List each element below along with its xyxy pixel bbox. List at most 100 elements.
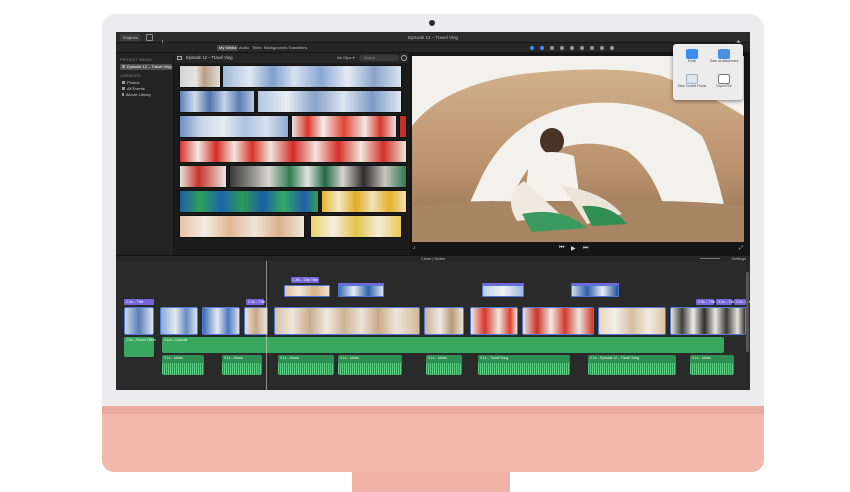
share-item-label: Save Current Frame xyxy=(677,84,707,88)
timeline-scrollbar[interactable] xyxy=(746,272,749,352)
media-thumbnail[interactable] xyxy=(179,115,289,138)
tab-my-media[interactable]: My Media xyxy=(217,45,239,51)
play-icon[interactable]: ▶ xyxy=(571,245,576,252)
media-thumbnail[interactable] xyxy=(179,90,255,113)
playhead[interactable] xyxy=(266,261,267,390)
imac-chin xyxy=(102,406,764,472)
video-clip[interactable] xyxy=(274,307,420,335)
title-clip[interactable]: 1.9s – Title xyxy=(124,299,154,305)
crop-icon[interactable] xyxy=(550,46,554,50)
search-input[interactable]: Search xyxy=(359,55,399,61)
noise-reduction-icon[interactable] xyxy=(580,46,584,50)
audio-clip[interactable]: 0.1s – Music xyxy=(222,355,262,375)
film-icon xyxy=(122,65,125,69)
video-clip[interactable] xyxy=(244,307,268,335)
share-popover: Email Save as Attachment Save Current Fr… xyxy=(673,44,743,100)
timeline: 1.8s – Clip Title 1.9s – Title 3.4s – Ti… xyxy=(116,261,750,390)
media-thumbnail[interactable] xyxy=(310,215,402,238)
sidebar-item-project[interactable]: Episode 12 – Travel Vlog xyxy=(120,64,172,70)
skip-back-icon[interactable]: ⏮ xyxy=(559,245,564,252)
events-icon xyxy=(122,87,125,91)
info-icon[interactable] xyxy=(610,46,614,50)
fullscreen-icon[interactable]: ⤢ xyxy=(739,245,743,251)
video-clip[interactable] xyxy=(598,307,666,335)
share-item-label: Export File xyxy=(716,84,732,88)
skip-forward-icon[interactable]: ⏭ xyxy=(583,245,588,252)
audio-clip[interactable]: 0.1s – Music xyxy=(338,355,402,375)
zoom-slider[interactable] xyxy=(700,258,720,259)
video-clip[interactable] xyxy=(424,307,464,335)
media-browser: Episode 12 – Travel Vlog All Clips ▾ Sea… xyxy=(174,53,408,255)
waveform xyxy=(278,363,334,375)
color-balance-icon[interactable] xyxy=(530,46,534,50)
speed-icon[interactable] xyxy=(590,46,594,50)
media-thumbnail[interactable] xyxy=(222,65,402,88)
audio-clip[interactable]: 0.1s – Music xyxy=(162,355,204,375)
media-thumbnail[interactable] xyxy=(179,165,227,188)
waveform xyxy=(426,363,462,375)
video-clip[interactable] xyxy=(522,307,594,335)
cutaway-clip[interactable] xyxy=(571,285,619,297)
audio-clip-label: 0.1m – Episode xyxy=(164,338,188,342)
share-email-button[interactable]: Email xyxy=(677,49,707,64)
cutaway-marker xyxy=(571,283,619,285)
clip-filter-icon[interactable] xyxy=(600,46,604,50)
gear-icon[interactable] xyxy=(401,55,407,61)
cutaway-marker xyxy=(338,283,384,285)
attachment-icon xyxy=(718,49,730,59)
share-icon[interactable] xyxy=(735,34,742,47)
audio-clip[interactable]: 0.1s – Episode 12 – Travel Song xyxy=(588,355,676,375)
cutaway-clip[interactable] xyxy=(284,285,330,297)
media-thumbnail[interactable] xyxy=(179,140,407,163)
audio-clip[interactable]: 0.1s – Music xyxy=(426,355,462,375)
image-icon xyxy=(686,74,698,84)
share-export-button[interactable]: Export File xyxy=(709,74,739,89)
imac-stand xyxy=(352,472,510,492)
title-clip[interactable]: 2.0s – Title xyxy=(734,299,750,305)
title-clip[interactable]: 1.8s – Clip Title xyxy=(291,277,319,283)
window-title: Episode 12 – Travel Vlog xyxy=(407,35,459,40)
share-frame-button[interactable]: Save Current Frame xyxy=(677,74,707,89)
media-thumbnail[interactable] xyxy=(179,190,319,213)
media-thumbnail[interactable] xyxy=(321,190,407,213)
project-media-heading: PROJECT MEDIA xyxy=(120,58,152,62)
title-clip[interactable]: 2.9s – Title xyxy=(696,299,715,305)
title-clip[interactable]: 2.0s – Title xyxy=(716,299,735,305)
share-attachment-button[interactable]: Save as Attachment xyxy=(709,49,739,64)
cutaway-clip[interactable] xyxy=(338,285,384,297)
playback-controls: ♪ ⏮ ▶ ⏭ ⤢ xyxy=(409,244,750,254)
media-thumbnail[interactable] xyxy=(257,90,402,113)
media-thumbnail[interactable] xyxy=(291,115,397,138)
media-thumbnail[interactable] xyxy=(229,165,407,188)
stabilization-icon[interactable] xyxy=(560,46,564,50)
media-thumbnail[interactable] xyxy=(399,115,407,138)
main-audio-track[interactable]: 0.1m – Episode xyxy=(162,337,724,353)
video-clip[interactable] xyxy=(670,307,746,335)
media-thumbnail[interactable] xyxy=(179,215,305,238)
video-clip[interactable] xyxy=(160,307,198,335)
video-clip[interactable] xyxy=(202,307,240,335)
cutaway-marker xyxy=(482,283,524,285)
microphone-icon[interactable]: ♪ xyxy=(413,245,416,251)
audio-clip[interactable]: 0.1s – Music xyxy=(690,355,734,375)
sidebar-item-imovie-library[interactable]: iMovie Library xyxy=(120,92,172,98)
imovie-window: Projects Episode 12 – Travel Vlog My Med… xyxy=(116,32,750,390)
color-correction-icon[interactable] xyxy=(540,46,544,50)
audio-clip[interactable]: 0.1s – Travel Song xyxy=(478,355,570,375)
waveform xyxy=(162,363,204,375)
media-thumbnail[interactable] xyxy=(179,65,221,88)
audio-clip-label: 0.1s – Travel Song xyxy=(480,356,509,360)
video-clip[interactable] xyxy=(470,307,518,335)
title-clip[interactable]: 3.4s – Title xyxy=(246,299,265,305)
film-strip-icon xyxy=(718,74,730,84)
sound-effect-clip[interactable]: 1.6s – Sound Effect xyxy=(124,337,156,357)
audio-clip-label: 0.1s – Music xyxy=(692,356,712,360)
sidebar-toggle-icon[interactable] xyxy=(177,56,182,60)
cutaway-clip[interactable] xyxy=(482,285,524,297)
volume-icon[interactable] xyxy=(570,46,574,50)
video-clip[interactable] xyxy=(124,307,154,335)
clip-filter-dropdown[interactable]: All Clips ▾ xyxy=(337,55,355,60)
audio-clip[interactable]: 0.1s – Music xyxy=(278,355,334,375)
audio-clip-label: 0.1s – Music xyxy=(428,356,448,360)
tab-transitions[interactable]: Transitions xyxy=(286,45,309,51)
